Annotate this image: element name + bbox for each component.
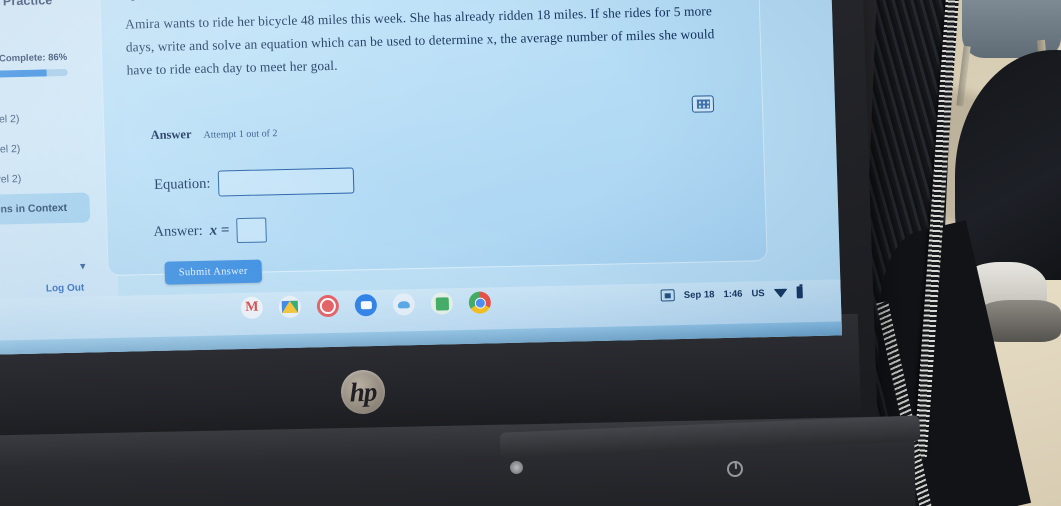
calculator-keys-glyph: [696, 99, 710, 109]
web-app: ve ing Equations Practice 18 at 4:00 PM …: [0, 0, 843, 356]
tray-input-method: US: [751, 287, 765, 299]
cloud-app-icon[interactable]: [392, 293, 416, 316]
education-app-icon[interactable]: [316, 294, 340, 318]
sidebar-selector[interactable]: tor ▾: [0, 260, 86, 277]
equation-input[interactable]: [218, 167, 355, 197]
google-chrome-icon[interactable]: [468, 291, 492, 314]
question-heading: Question: [124, 0, 176, 3]
answer-input[interactable]: [236, 217, 267, 244]
sidebar-item-properties-2[interactable]: g Properties (Level 2): [0, 132, 114, 166]
question-body: Amira wants to ride her bicycle 48 miles…: [124, 3, 715, 78]
sidebar-item-label: d Solve Equations in Context: [0, 201, 68, 217]
log-out-link[interactable]: Log Out: [46, 283, 85, 295]
sidebar-item-label: g Properties (Level 2): [0, 113, 20, 127]
progress-bar: [0, 68, 68, 80]
wifi-icon[interactable]: [773, 288, 788, 298]
equation-row: Equation:: [154, 167, 355, 198]
sidebar-item-label: g Properties (Level 2): [0, 142, 21, 157]
sidebar-user-row: McAngus Log Out: [0, 283, 85, 298]
answer-section-header: Answer Attempt 1 out of 2: [150, 125, 277, 143]
sidebar-item-label: g Properties (Level 2): [0, 172, 22, 187]
system-tray[interactable]: Sep 18 1:46 US: [660, 286, 803, 302]
taskbar-icons: M: [240, 291, 492, 320]
answer-row: Answer: x =: [153, 217, 267, 245]
gmail-icon[interactable]: M: [240, 296, 264, 320]
chevron-down-icon: ▾: [79, 260, 86, 273]
assignment-list: g Properties (Level 2) g Properties (Lev…: [0, 102, 116, 226]
attempt-counter: Attempt 1 out of 2: [203, 128, 278, 141]
sidebar-item-properties-1[interactable]: g Properties (Level 2): [0, 102, 113, 136]
assignment-title: ing Equations Practice: [0, 0, 53, 10]
question-card: Question Watch Video Show Examples Amira…: [98, 0, 768, 285]
sidebar-item-properties-3[interactable]: g Properties (Level 2): [0, 162, 115, 196]
answer-heading: Answer: [150, 127, 192, 143]
submit-answer-button[interactable]: Submit Answer: [164, 259, 263, 285]
screen-capture-icon[interactable]: [660, 289, 676, 302]
google-drive-icon[interactable]: [278, 295, 302, 319]
battery-icon[interactable]: [796, 286, 803, 299]
progress-bar-fill: [0, 69, 47, 80]
google-contacts-icon[interactable]: [430, 292, 454, 315]
equation-label: Equation:: [153, 175, 211, 193]
answer-label: Answer:: [153, 222, 203, 240]
laptop: hp ve ing Equations Practice 18 at 4:00 …: [0, 0, 921, 506]
tray-time: 1:46: [723, 288, 743, 300]
tray-date: Sep 18: [683, 288, 715, 301]
google-meet-icon[interactable]: [354, 293, 378, 317]
calculator-icon[interactable]: [691, 95, 715, 113]
laptop-screen: ve ing Equations Practice 18 at 4:00 PM …: [0, 0, 843, 356]
answer-variable-label: x =: [209, 222, 230, 239]
sidebar-item-solve-equations-in-context[interactable]: d Solve Equations in Context: [0, 192, 91, 226]
completion-label: Complete: 86%: [0, 51, 68, 65]
